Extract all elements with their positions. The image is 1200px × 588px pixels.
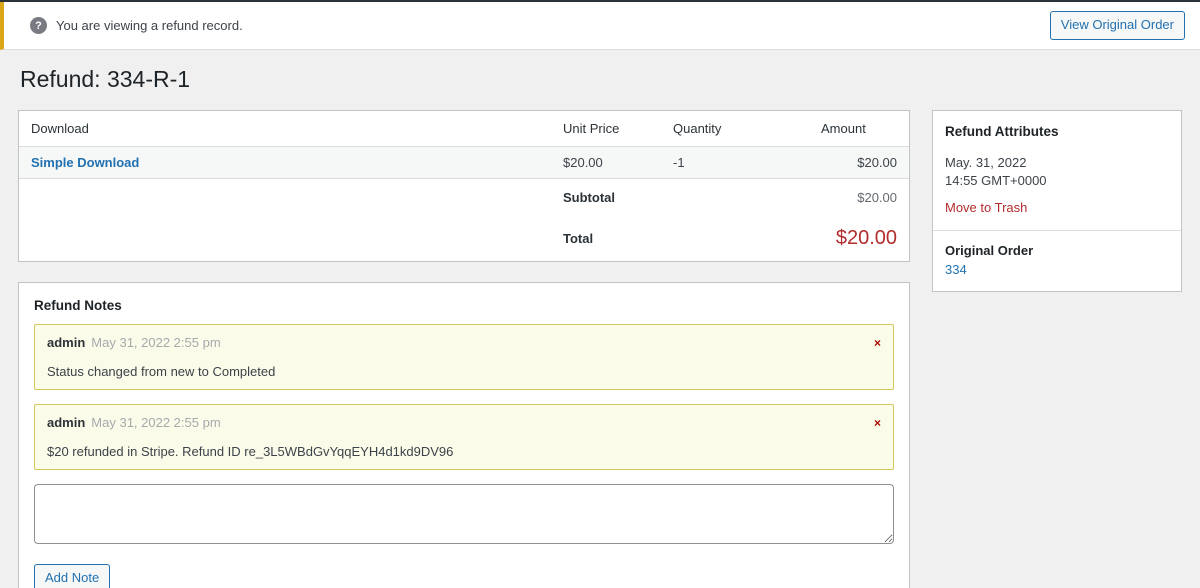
page-content: Refund: 334-R-1 Download Unit Price Quan… — [0, 50, 1200, 588]
refund-attributes-title: Refund Attributes — [945, 124, 1169, 139]
refund-notes-title: Refund Notes — [19, 283, 909, 324]
column-quantity: Quantity — [661, 111, 809, 147]
notice-text: You are viewing a refund record. — [56, 18, 243, 33]
subtotal-row: Subtotal $20.00 — [19, 178, 909, 216]
note-input[interactable] — [34, 484, 894, 544]
amount-value: $20.00 — [809, 146, 909, 178]
quantity-value: -1 — [661, 146, 809, 178]
view-original-order-button[interactable]: View Original Order — [1050, 11, 1185, 39]
note-author: admin — [47, 335, 85, 350]
refund-items-table: Download Unit Price Quantity Amount Simp… — [19, 111, 909, 261]
add-note-button[interactable]: Add Note — [34, 564, 110, 588]
refund-notes-box: Refund Notes admin May 31, 2022 2:55 pm … — [18, 282, 910, 588]
original-order-label: Original Order — [945, 243, 1169, 258]
help-icon: ? — [30, 17, 47, 34]
download-link[interactable]: Simple Download — [31, 155, 139, 170]
page-title: Refund: 334-R-1 — [20, 65, 1182, 95]
unit-price-value: $20.00 — [551, 146, 661, 178]
refund-time: 14:55 GMT+0000 — [945, 172, 1169, 190]
table-header-row: Download Unit Price Quantity Amount — [19, 111, 909, 147]
delete-note-icon[interactable]: × — [874, 337, 881, 349]
refund-date: May. 31, 2022 — [945, 154, 1169, 172]
column-unit-price: Unit Price — [551, 111, 661, 147]
total-value: $20.00 — [809, 216, 909, 261]
note-body: $20 refunded in Stripe. Refund ID re_3L5… — [47, 444, 881, 459]
column-amount: Amount — [809, 111, 909, 147]
note-author: admin — [47, 415, 85, 430]
refund-items-box: Download Unit Price Quantity Amount Simp… — [18, 110, 910, 262]
delete-note-icon[interactable]: × — [874, 417, 881, 429]
note-date: May 31, 2022 2:55 pm — [91, 335, 220, 350]
note-item: admin May 31, 2022 2:55 pm × Status chan… — [34, 324, 894, 390]
note-item: admin May 31, 2022 2:55 pm × $20 refunde… — [34, 404, 894, 470]
table-row: Simple Download $20.00 -1 $20.00 — [19, 146, 909, 178]
subtotal-label: Subtotal — [551, 178, 661, 216]
original-order-link[interactable]: 334 — [945, 262, 967, 277]
refund-notice-bar: ? You are viewing a refund record. View … — [0, 2, 1200, 50]
note-body: Status changed from new to Completed — [47, 364, 881, 379]
note-date: May 31, 2022 2:55 pm — [91, 415, 220, 430]
move-to-trash-link[interactable]: Move to Trash — [945, 200, 1027, 215]
subtotal-value: $20.00 — [809, 178, 909, 216]
total-row: Total $20.00 — [19, 216, 909, 261]
column-download: Download — [19, 111, 551, 147]
refund-attributes-box: Refund Attributes May. 31, 2022 14:55 GM… — [932, 110, 1182, 292]
total-label: Total — [551, 216, 661, 261]
